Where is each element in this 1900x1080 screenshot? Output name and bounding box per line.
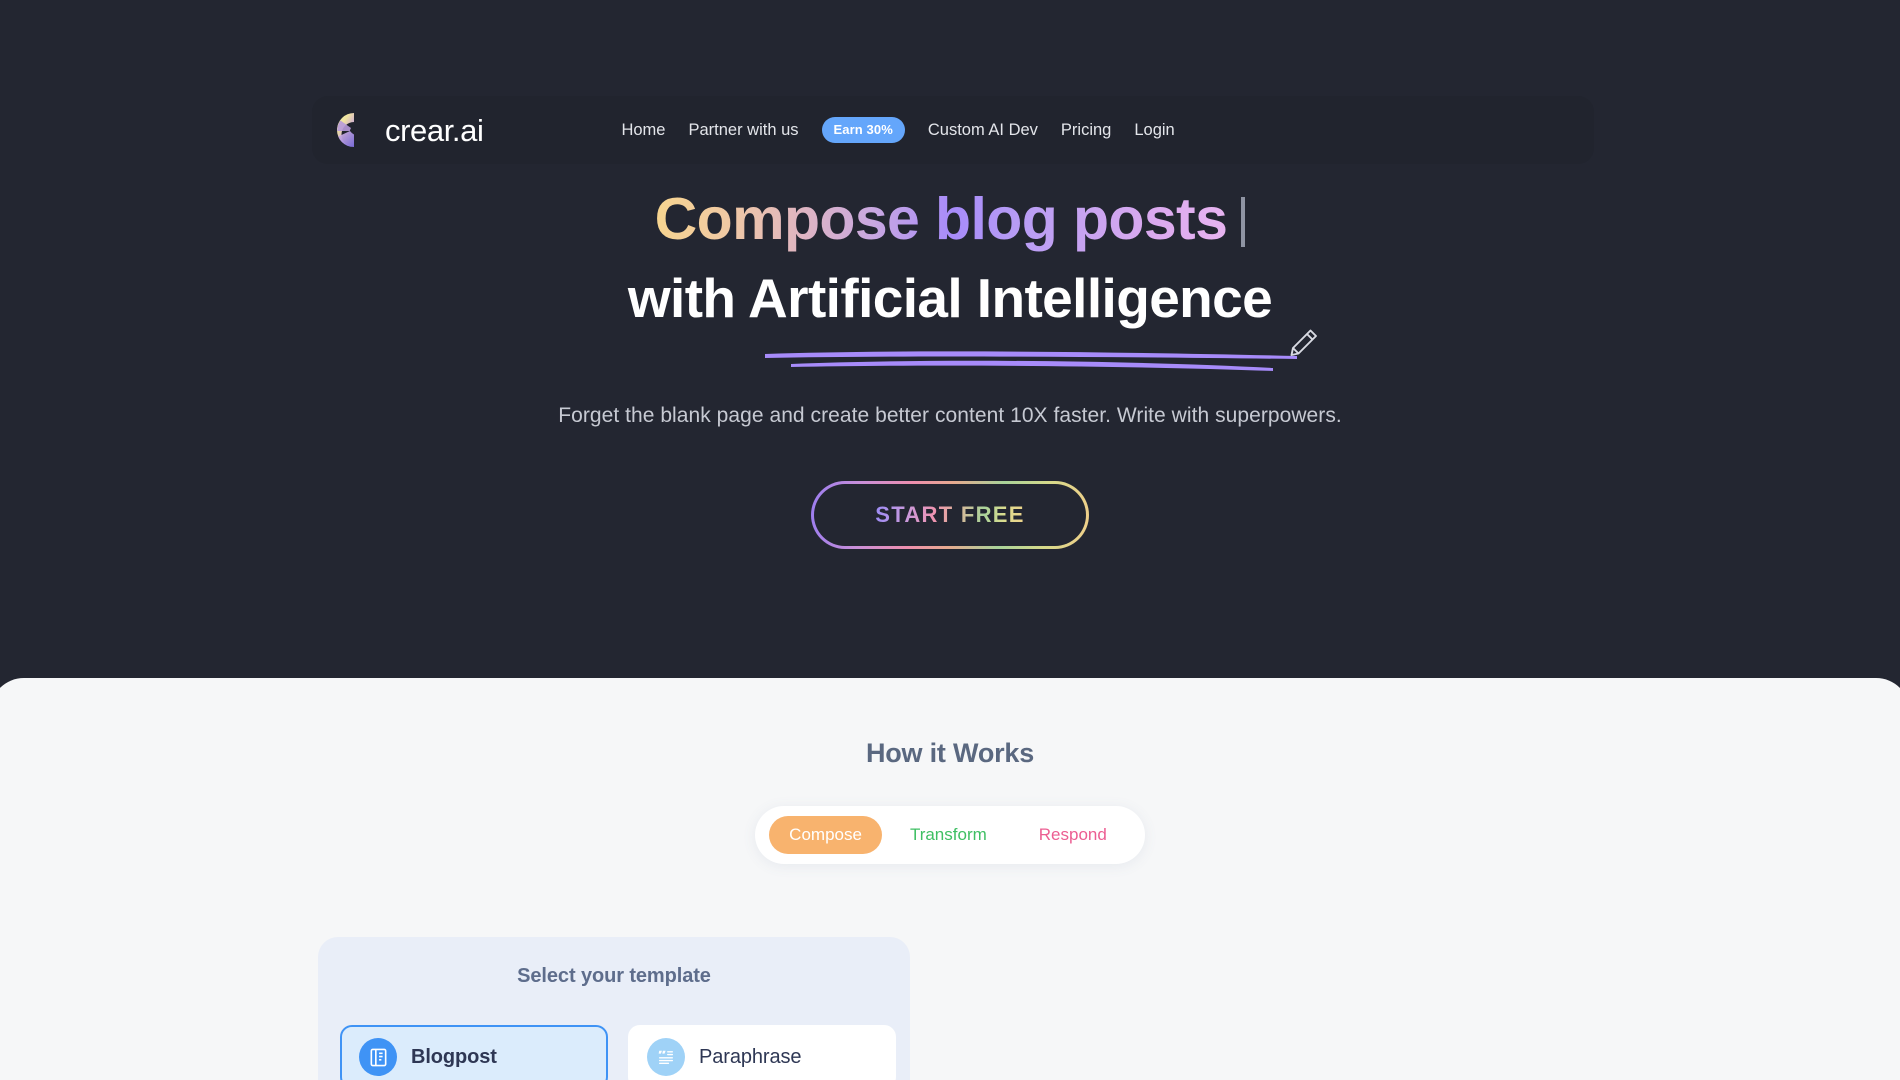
cta-wrap: START FREE	[0, 481, 1900, 549]
template-card-paraphrase[interactable]: Paraphrase	[628, 1025, 896, 1080]
earn-badge[interactable]: Earn 30%	[821, 117, 905, 143]
template-label-blogpost: Blogpost	[411, 1045, 497, 1068]
tabs-wrap: Compose Transform Respond	[0, 806, 1900, 864]
hero-headline-line2: with Artificial Intelligence	[627, 267, 1317, 371]
start-free-button[interactable]: START FREE	[811, 481, 1089, 549]
nav-link-pricing[interactable]: Pricing	[1061, 121, 1111, 140]
pencil-icon	[1286, 311, 1320, 356]
hero-headline-rest: with Artificial Intelligence	[627, 267, 1273, 329]
book-icon	[359, 1038, 397, 1076]
underline-swoosh-icon	[761, 324, 1301, 371]
hero-headline-line1: Compose blog posts	[0, 186, 1900, 252]
tab-transform[interactable]: Transform	[882, 816, 1015, 854]
tab-compose[interactable]: Compose	[769, 816, 882, 854]
template-label-paraphrase: Paraphrase	[699, 1045, 802, 1068]
crear-crescent-logo-icon	[334, 110, 374, 150]
template-card-blogpost[interactable]: Blogpost	[340, 1025, 608, 1080]
template-card-list: Blogpost Paraphrase	[340, 1025, 896, 1080]
select-template-title: Select your template	[517, 965, 711, 987]
landing-page: crear.ai Home Partner with us Earn 30% C…	[0, 0, 1900, 1080]
template-panel: Select your template Blogpost Paraphrase	[318, 937, 910, 1080]
start-free-label: START FREE	[875, 502, 1025, 527]
how-it-works-tabs: Compose Transform Respond	[755, 806, 1145, 864]
nav-link-login[interactable]: Login	[1134, 121, 1174, 140]
brand-name: crear.ai	[385, 112, 484, 148]
start-free-button-inner: START FREE	[814, 484, 1086, 546]
typing-caret	[1241, 197, 1246, 247]
nav-link-partner-with-us[interactable]: Partner with us	[688, 121, 798, 140]
nav-link-custom-ai-dev[interactable]: Custom AI Dev	[928, 121, 1038, 140]
tab-respond[interactable]: Respond	[1015, 816, 1131, 854]
hero-subheadline: Forget the blank page and create better …	[558, 404, 1342, 427]
hero-headline-line2-wrap: with Artificial Intelligence	[0, 267, 1900, 371]
how-it-works-title: How it Works	[865, 738, 1035, 768]
hero-headline-gradient: Compose blog posts	[654, 186, 1228, 252]
brand-logo[interactable]: crear.ai	[334, 110, 484, 150]
nav-links: Home Partner with us Earn 30% Custom AI …	[621, 117, 1175, 143]
quote-lines-icon	[647, 1038, 685, 1076]
navbar: crear.ai Home Partner with us Earn 30% C…	[312, 96, 1594, 164]
nav-link-home[interactable]: Home	[621, 121, 665, 140]
